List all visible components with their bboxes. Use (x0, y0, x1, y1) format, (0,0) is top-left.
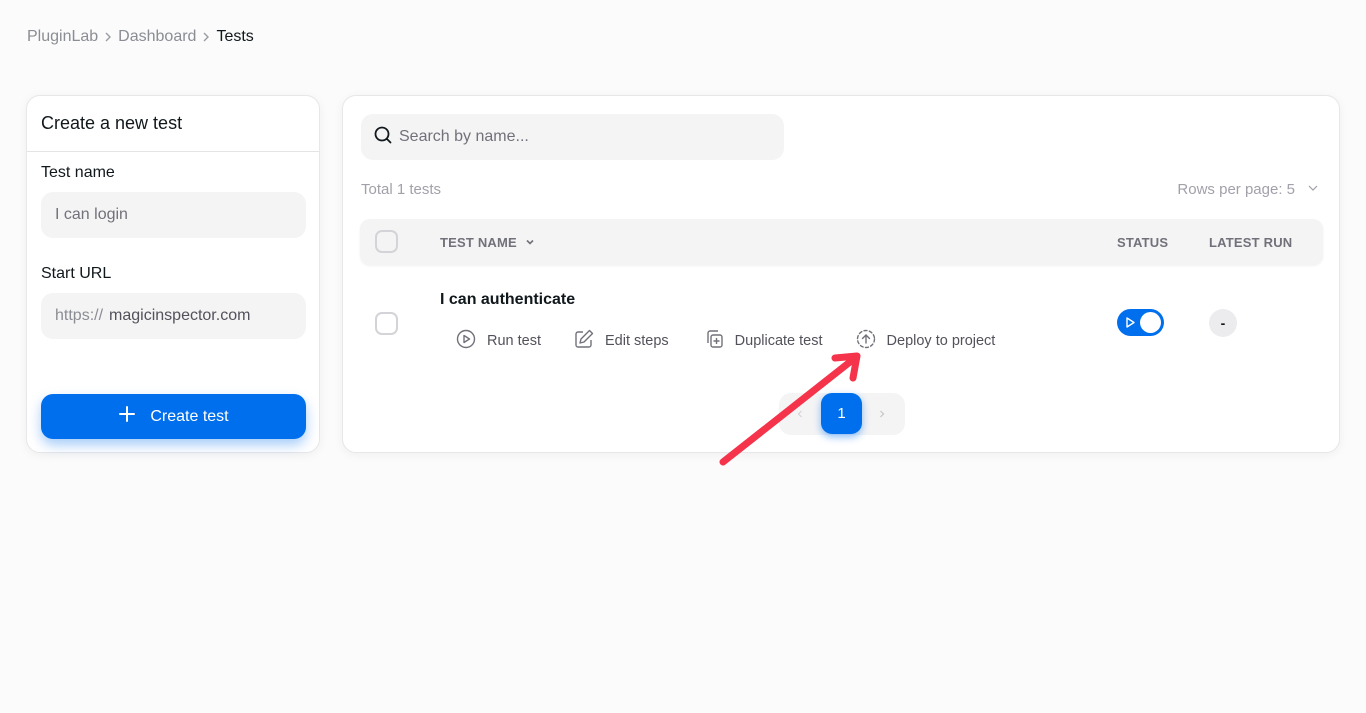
chevron-right-icon (880, 410, 885, 418)
table-header: TEST NAME STATUS LATEST RUN (360, 219, 1323, 265)
search-icon (373, 125, 393, 150)
total-count: Total 1 tests (361, 181, 442, 198)
column-status: STATUS (1117, 234, 1169, 250)
play-circle-icon (455, 328, 477, 354)
test-name-label: Test name (41, 164, 115, 181)
rows-per-page-label: Rows per page: (1177, 181, 1283, 198)
select-all-checkbox[interactable] (375, 230, 398, 253)
status-toggle[interactable] (1117, 309, 1164, 336)
deploy-to-project-label: Deploy to project (886, 333, 996, 349)
breadcrumb-dashboard[interactable]: Dashboard (118, 28, 196, 46)
page-1-button[interactable]: 1 (821, 393, 862, 434)
breadcrumb: PluginLab Dashboard Tests (27, 28, 254, 46)
create-test-label: Create test (150, 407, 229, 425)
deploy-to-project-button[interactable]: Deploy to project (855, 328, 996, 354)
run-test-button[interactable]: Run test (455, 328, 541, 354)
chevron-left-icon (797, 410, 802, 418)
sort-chevron-down-icon (525, 235, 535, 250)
search-field[interactable] (361, 114, 784, 160)
chevron-right-icon (196, 31, 216, 43)
tests-table-card: Total 1 tests Rows per page: 5 TEST NAME… (342, 95, 1340, 453)
edit-steps-button[interactable]: Edit steps (573, 328, 669, 354)
upload-circle-icon (855, 328, 877, 354)
duplicate-icon (703, 328, 725, 354)
card-title: Create a new test (27, 96, 319, 152)
chevron-down-icon (1307, 181, 1319, 198)
url-prefix: https:// (55, 307, 104, 324)
breadcrumb-pluginlab[interactable]: PluginLab (27, 28, 98, 46)
duplicate-test-label: Duplicate test (734, 333, 823, 349)
start-url-label: Start URL (41, 265, 112, 282)
create-test-button[interactable]: Create test (41, 394, 306, 439)
play-icon (1126, 317, 1135, 328)
row-checkbox[interactable] (375, 312, 398, 335)
url-value: magicinspector.com (109, 307, 251, 324)
test-name-placeholder: I can login (55, 206, 128, 223)
pagination: 1 (779, 393, 905, 435)
run-test-label: Run test (487, 333, 541, 349)
latest-run-badge: - (1209, 309, 1237, 337)
row-actions: Run test Edit steps Duplicate test Deplo… (455, 328, 995, 354)
chevron-right-icon (98, 31, 118, 43)
column-test-name[interactable]: TEST NAME (440, 219, 535, 265)
previous-page-button[interactable] (785, 393, 815, 435)
create-test-card: Create a new test Test name I can login … (26, 95, 320, 453)
duplicate-test-button[interactable]: Duplicate test (703, 328, 823, 354)
toggle-knob (1140, 312, 1161, 333)
pencil-square-icon (573, 328, 595, 354)
column-latest-run: LATEST RUN (1209, 234, 1293, 250)
rows-per-page-value: 5 (1286, 181, 1295, 198)
start-url-input[interactable]: https:// magicinspector.com (41, 293, 306, 339)
plus-icon (118, 405, 136, 428)
edit-steps-label: Edit steps (605, 333, 669, 349)
column-test-name-label: TEST NAME (440, 234, 517, 250)
test-name-input[interactable]: I can login (41, 192, 306, 238)
search-input[interactable] (399, 128, 759, 146)
breadcrumb-tests: Tests (216, 28, 254, 45)
test-name[interactable]: I can authenticate (440, 291, 575, 309)
rows-per-page-select[interactable]: Rows per page: 5 (1177, 181, 1319, 198)
next-page-button[interactable] (867, 393, 897, 435)
